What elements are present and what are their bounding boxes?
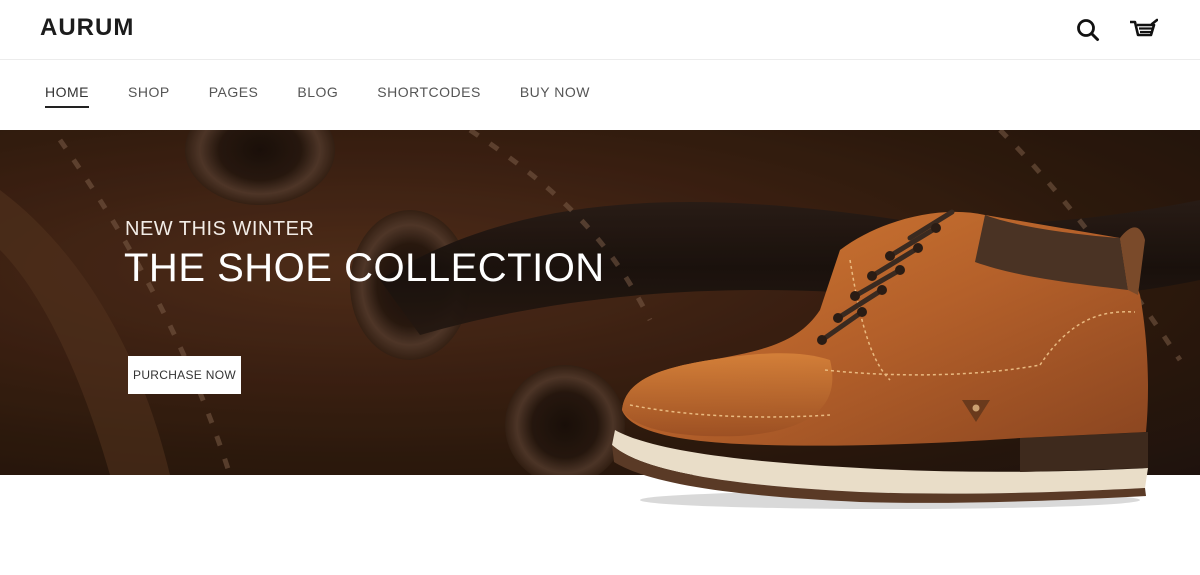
nav-item-pages[interactable]: PAGES (209, 84, 259, 106)
nav-item-shop[interactable]: SHOP (128, 84, 170, 106)
nav-item-home[interactable]: HOME (45, 84, 89, 108)
top-header: AURUM (0, 0, 1200, 60)
purchase-now-button[interactable]: PURCHASE NOW (128, 356, 241, 394)
hero-subtitle: NEW THIS WINTER (125, 218, 315, 240)
search-icon[interactable] (1074, 16, 1102, 44)
cart-icon[interactable] (1128, 16, 1159, 44)
main-nav: HOME SHOP PAGES BLOG SHORTCODES BUY NOW (0, 60, 1200, 130)
nav-item-blog[interactable]: BLOG (297, 84, 338, 106)
shoe-product-image (612, 209, 1148, 509)
nav-list: HOME SHOP PAGES BLOG SHORTCODES BUY NOW (45, 84, 629, 108)
nav-item-shortcodes[interactable]: SHORTCODES (377, 84, 481, 106)
nav-item-buy-now[interactable]: BUY NOW (520, 84, 590, 106)
brand-logo[interactable]: AURUM (40, 14, 134, 42)
hero-title: THE SHOE COLLECTION (124, 246, 605, 290)
